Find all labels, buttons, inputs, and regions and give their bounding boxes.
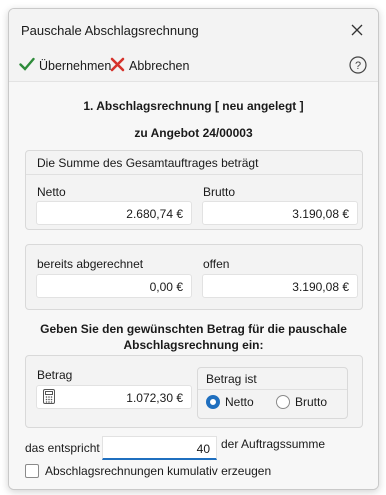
window-title: Pauschale Abschlagsrechnung [21,23,199,38]
amount-type-title: Betrag ist [198,368,347,390]
order-sum-group: Die Summe des Gesamtauftrages beträgt Ne… [25,150,363,230]
dialog-content: 1. Abschlagsrechnung [ neu angelegt ] zu… [9,81,378,489]
radio-brutto-label: Brutto [295,395,328,409]
percent-input[interactable]: 40 [102,436,217,460]
svg-text:?: ? [355,60,361,72]
netto-total-field: 2.680,74 € [36,201,192,225]
percent-suffix: der Auftragssumme [221,437,326,451]
cross-icon [110,57,125,75]
invoice-heading: 1. Abschlagsrechnung [ neu angelegt ] [83,99,304,113]
open-amount-field: 3.190,08 € [202,274,358,298]
checkmark-icon [19,57,35,74]
cumulative-checkbox-label: Abschlagsrechnungen kumulativ erzeugen [45,464,272,478]
cancel-button-label: Abbrechen [129,59,190,73]
help-icon[interactable]: ? [348,55,368,75]
cumulative-checkbox[interactable]: Abschlagsrechnungen kumulativ erzeugen [25,464,271,478]
cancel-button[interactable]: Abbrechen [110,57,189,75]
radio-netto-label: Netto [225,395,254,409]
brutto-label: Brutto [203,185,236,199]
amount-type-group: Betrag ist Netto Brutto [197,367,348,419]
brutto-total-field: 3.190,08 € [202,201,358,225]
billed-label: bereits abgerechnet [37,257,144,271]
radio-brutto[interactable]: Brutto [276,395,327,409]
billed-amount-field: 0,00 € [36,274,192,298]
cumulative-checkbox-box[interactable] [25,464,39,478]
offer-reference: zu Angebot 24/00003 [134,126,253,140]
open-label: offen [203,257,230,271]
netto-label: Netto [37,185,66,199]
percent-prefix: das entspricht [25,441,100,455]
radio-netto-indicator [206,395,220,409]
ok-button-label: Übernehmen [39,58,112,73]
order-sum-title: Die Summe des Gesamtauftrages beträgt [26,151,362,175]
title-bar: Pauschale Abschlagsrechnung [9,9,378,51]
ok-button[interactable]: Übernehmen [19,57,111,74]
close-icon[interactable] [346,19,368,41]
toolbar: Übernehmen Abbrechen ? [9,51,378,81]
prompt-line2: Abschlagsrechnung ein: [123,338,264,352]
amount-label: Betrag [37,368,73,382]
radio-netto[interactable]: Netto [206,395,254,409]
amount-input[interactable]: 1.072,30 € [36,385,192,409]
billing-status-group: bereits abgerechnet offen 0,00 € 3.190,0… [25,244,363,310]
radio-brutto-indicator [276,395,290,409]
dialog-window: Pauschale Abschlagsrechnung Übernehmen A… [8,8,379,490]
calculator-icon[interactable] [43,389,55,407]
prompt-line1: Geben Sie den gewünschten Betrag für die… [40,322,347,336]
